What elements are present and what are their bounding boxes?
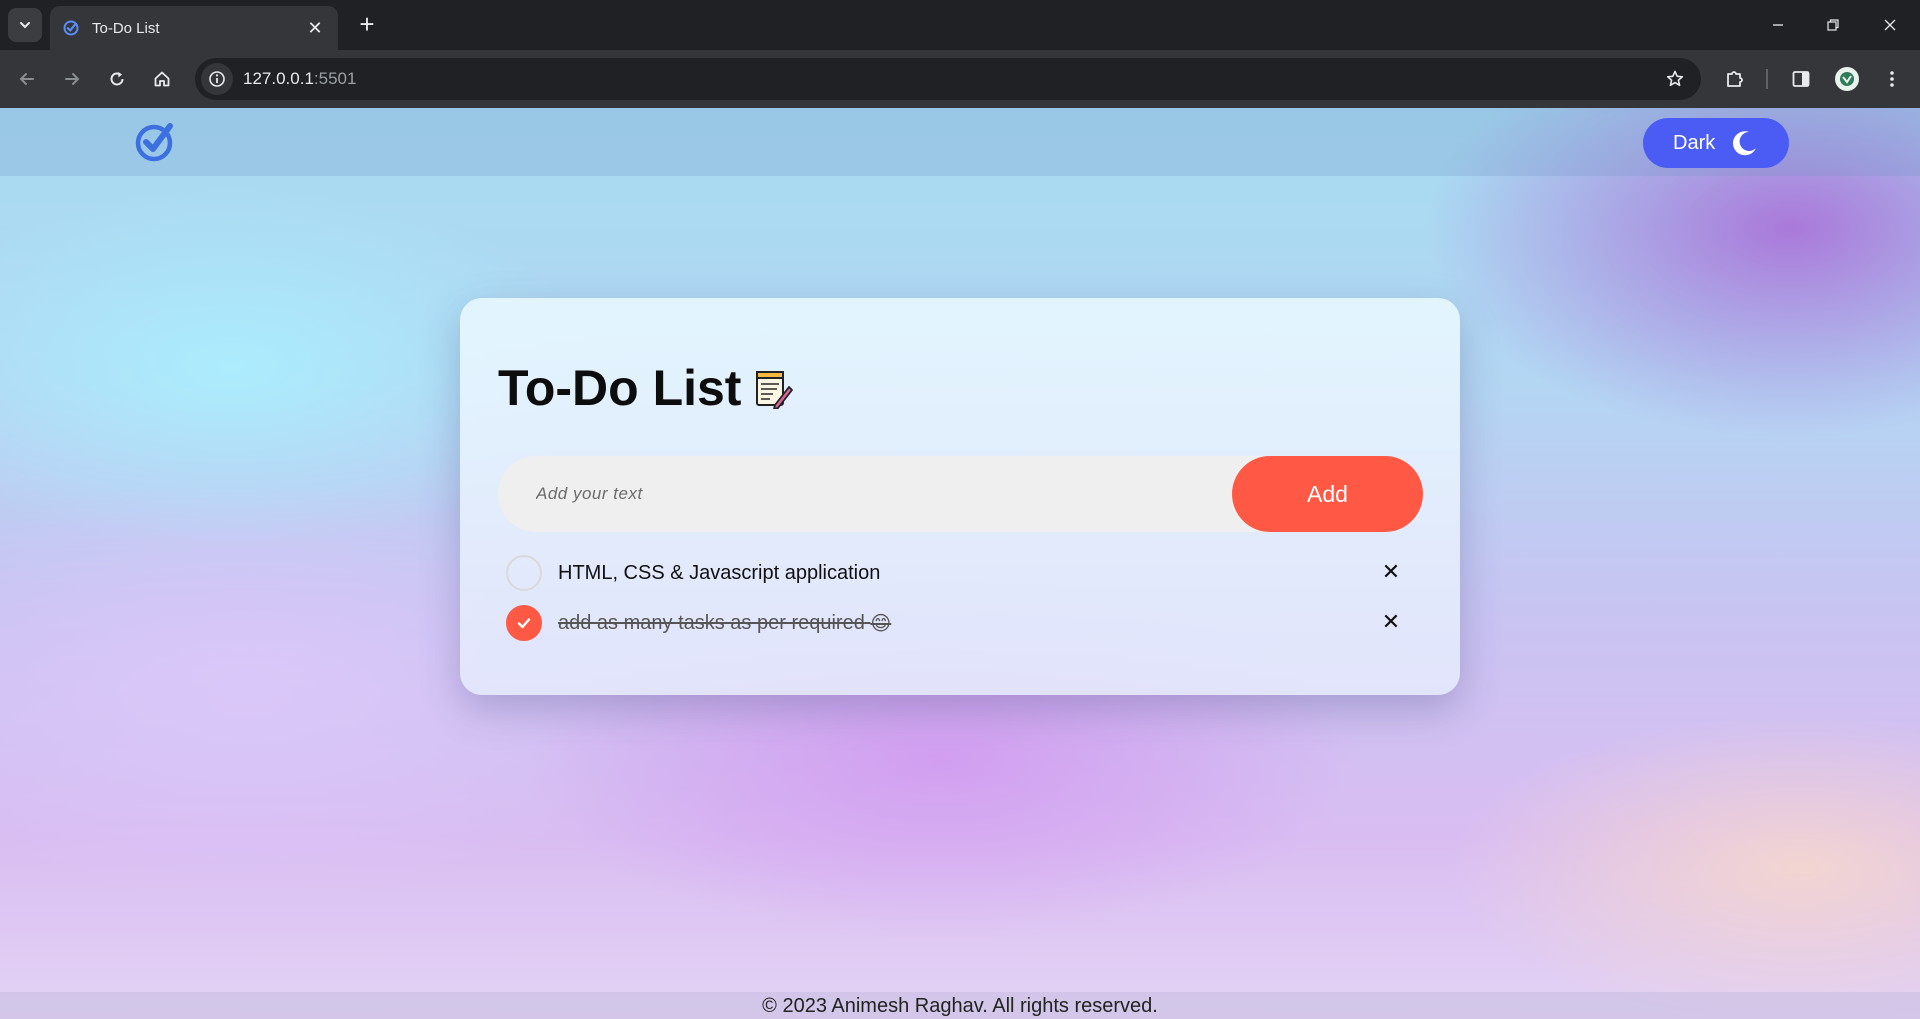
back-button[interactable]: [10, 62, 44, 96]
theme-toggle-label: Dark: [1673, 131, 1716, 154]
minimize-button[interactable]: [1756, 8, 1800, 42]
task-text: HTML, CSS & Javascript application: [558, 561, 881, 584]
tab-title: To-Do List: [92, 19, 160, 37]
moon-icon: [1733, 131, 1757, 156]
delete-task-button[interactable]: ✕: [1376, 607, 1406, 637]
close-window-button[interactable]: [1868, 8, 1912, 42]
notepad-pencil-icon: [756, 371, 794, 409]
task-text-value: add as many tasks as per required: [558, 611, 865, 634]
theme-toggle-button[interactable]: Dark: [1643, 118, 1789, 168]
puzzle-icon: [1727, 71, 1743, 87]
url-text: 127.0.0.1:5501: [243, 69, 356, 89]
back-arrow-icon: [19, 73, 34, 85]
task-item[interactable]: add as many tasks as per required 😊 ✕: [506, 603, 1406, 643]
task-input[interactable]: [498, 456, 1258, 532]
browser-menu-button[interactable]: [1875, 62, 1909, 96]
profile-button[interactable]: [1830, 62, 1864, 96]
extensions-button[interactable]: [1718, 62, 1752, 96]
check-circle-icon[interactable]: [134, 120, 176, 162]
close-icon: [1884, 19, 1896, 31]
side-panel-button[interactable]: [1784, 62, 1818, 96]
task-input-row: Add: [498, 456, 1423, 532]
task-text-completed: add as many tasks as per required 😊: [558, 611, 891, 636]
chevron-down-icon: [20, 22, 30, 29]
info-icon[interactable]: [201, 63, 233, 95]
reload-button[interactable]: [100, 62, 134, 96]
checkmark-icon: [517, 618, 531, 629]
todo-card: To-Do List Add HTML, CSS & Javascript ap…: [460, 298, 1460, 695]
browser-titlebar: To-Do List ✕ +: [0, 0, 1920, 50]
avatar-icon: [1835, 67, 1859, 91]
task-checkbox[interactable]: [506, 555, 542, 591]
tab-search-button[interactable]: [8, 8, 42, 42]
toolbar-divider: [1766, 69, 1768, 89]
new-tab-button[interactable]: +: [352, 10, 382, 40]
side-panel-icon: [1792, 71, 1810, 87]
reload-icon: [110, 72, 124, 86]
page-title: To-Do List: [498, 360, 794, 416]
home-button[interactable]: [145, 62, 179, 96]
task-checkbox-checked[interactable]: [506, 605, 542, 641]
minimize-icon: [1773, 24, 1783, 26]
todo-title-text: To-Do List: [498, 360, 742, 416]
task-emoji: 😊: [870, 612, 892, 635]
forward-button[interactable]: [55, 62, 89, 96]
address-bar[interactable]: 127.0.0.1:5501: [195, 58, 1701, 100]
forward-arrow-icon: [65, 73, 80, 85]
restore-button[interactable]: [1811, 8, 1855, 42]
browser-tab-active[interactable]: To-Do List ✕: [50, 6, 338, 50]
star-icon[interactable]: [1663, 67, 1687, 91]
url-host: 127.0.0.1: [243, 69, 314, 88]
add-task-button[interactable]: Add: [1232, 456, 1423, 532]
page-viewport: Dark To-Do List Add HTML, CSS & Javascri…: [0, 108, 1920, 1019]
url-port: :5501: [313, 69, 357, 88]
browser-toolbar: 127.0.0.1:5501: [0, 50, 1920, 108]
kebab-menu-icon: [1890, 71, 1894, 87]
check-circle-icon: [62, 19, 80, 37]
delete-task-button[interactable]: ✕: [1376, 557, 1406, 587]
restore-icon: [1827, 19, 1839, 31]
site-navbar: Dark: [0, 108, 1920, 176]
task-item[interactable]: HTML, CSS & Javascript application ✕: [506, 553, 1406, 593]
home-icon: [154, 71, 170, 87]
tab-close-button[interactable]: ✕: [304, 17, 326, 39]
site-footer: © 2023 Animesh Raghav. All rights reserv…: [0, 992, 1920, 1019]
